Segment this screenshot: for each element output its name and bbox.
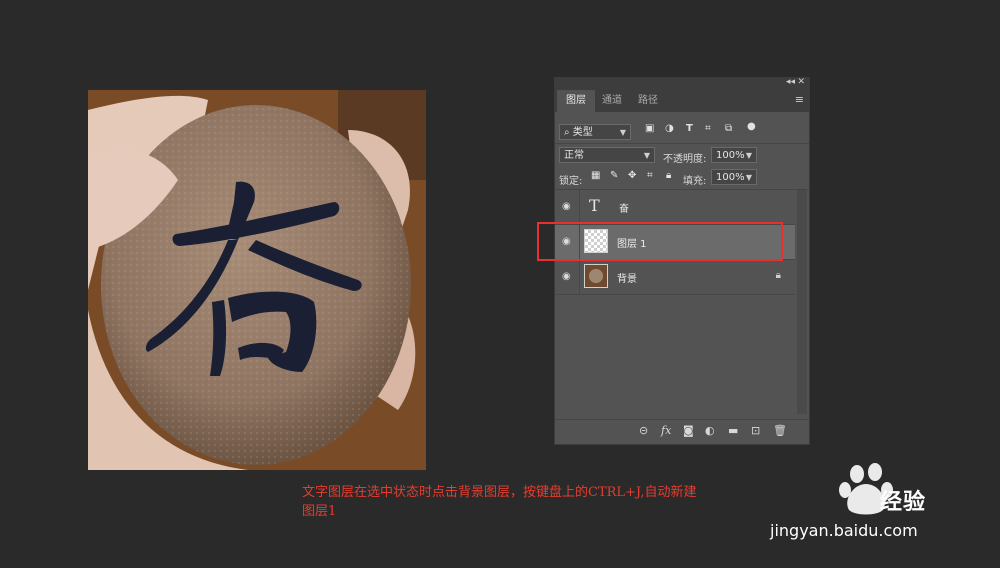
smart-object-icon[interactable]: ⧉	[725, 123, 732, 134]
layer-filter-value: 类型	[572, 127, 593, 138]
search-icon: ⌕	[564, 127, 570, 138]
shape-icon[interactable]: ⌗	[705, 123, 711, 134]
folder-icon[interactable]: ▬	[728, 424, 738, 437]
blend-row: 正常 ▼ 不透明度: 100% ▼	[555, 143, 809, 167]
canvas-image	[88, 90, 426, 470]
blend-mode-value: 正常	[564, 150, 584, 161]
collapse-icon[interactable]: ◂◂	[786, 77, 795, 87]
lock-transparent-icon[interactable]: ▦	[591, 170, 600, 181]
link-icon[interactable]: ⊝	[639, 424, 648, 437]
lock-move-icon[interactable]: ✥	[628, 170, 636, 181]
panel-tabs: 图层 通道 路径 ≡	[555, 90, 809, 112]
adjustment-layer-icon[interactable]: ◐	[705, 424, 715, 437]
tab-layers[interactable]: 图层	[557, 90, 595, 112]
highlight-box	[537, 222, 783, 261]
instruction-caption: 文字图层在选中状态时点击背景图层，按键盘上的CTRL+J,自动新建 图层1	[302, 483, 822, 521]
watermark-brand: 经验	[880, 490, 927, 515]
chevron-down-icon: ▼	[745, 151, 752, 160]
caption-line-2: 图层1	[302, 504, 337, 519]
toggle-dot-icon[interactable]: ●	[747, 121, 756, 132]
new-layer-icon[interactable]: ⊡	[751, 424, 760, 437]
layer-row-text[interactable]: ◉ T 奋	[555, 190, 795, 225]
blend-mode-select[interactable]: 正常 ▼	[559, 147, 655, 163]
filter-row: ⌕ 类型 ▼ ▣ ◑ T ⌗ ⧉ ●	[555, 119, 809, 143]
fill-field[interactable]: 100% ▼	[711, 169, 757, 185]
stone-photo	[88, 90, 426, 470]
fill-value: 100%	[716, 172, 745, 183]
layer-name: 奋	[619, 204, 629, 215]
chevron-down-icon: ▼	[745, 173, 752, 182]
lock-icon: 🔒︎	[775, 270, 781, 281]
adjustment-icon[interactable]: ◑	[665, 123, 674, 134]
lock-artboard-icon[interactable]: ⌗	[647, 170, 653, 181]
panel-title-strip: ◂◂ ✕	[555, 77, 809, 90]
lock-brush-icon[interactable]: ✎	[610, 170, 618, 181]
watermark-url: jingyan.baidu.com	[770, 521, 918, 540]
chevron-down-icon: ▼	[619, 128, 626, 137]
eye-icon[interactable]: ◉	[562, 201, 571, 212]
mask-icon[interactable]: ◙	[683, 424, 694, 437]
opacity-value: 100%	[716, 150, 745, 161]
caption-line-1: 文字图层在选中状态时点击背景图层，按键盘上的CTRL+J,自动新建	[302, 485, 697, 500]
image-icon[interactable]: ▣	[645, 123, 654, 134]
layer-filter-select[interactable]: ⌕ 类型 ▼	[559, 124, 631, 140]
lock-label: 锁定:	[559, 176, 583, 187]
tab-paths[interactable]: 路径	[627, 90, 669, 112]
text-layer-icon: T	[589, 196, 600, 215]
layers-panel: ◂◂ ✕ 图层 通道 路径 ≡ ⌕ 类型 ▼ ▣ ◑ T ⌗ ⧉ ● 正常 ▼ …	[554, 77, 810, 445]
opacity-label: 不透明度:	[663, 154, 707, 165]
layer-thumbnail	[584, 264, 608, 288]
lock-row: 锁定: ▦ ✎ ✥ ⌗ 🔒︎ 填充: 100% ▼	[555, 167, 809, 189]
eye-icon[interactable]: ◉	[562, 271, 571, 282]
layer-name: 背景	[617, 274, 637, 285]
fx-icon[interactable]: fx	[661, 424, 671, 437]
trash-icon[interactable]: 🗑︎	[773, 424, 787, 437]
hamburger-menu-icon[interactable]: ≡	[795, 93, 804, 106]
panel-footer: ⊝ fx ◙ ◐ ▬ ⊡ 🗑︎	[555, 419, 809, 444]
opacity-field[interactable]: 100% ▼	[711, 147, 757, 163]
layer-row-background[interactable]: ◉ 背景 🔒︎	[555, 260, 795, 295]
text-icon[interactable]: T	[686, 123, 693, 134]
scrollbar[interactable]	[797, 190, 807, 414]
lock-all-icon[interactable]: 🔒︎	[666, 170, 671, 181]
fill-label: 填充:	[683, 176, 707, 187]
close-icon[interactable]: ✕	[797, 77, 805, 87]
chevron-down-icon: ▼	[643, 151, 650, 160]
